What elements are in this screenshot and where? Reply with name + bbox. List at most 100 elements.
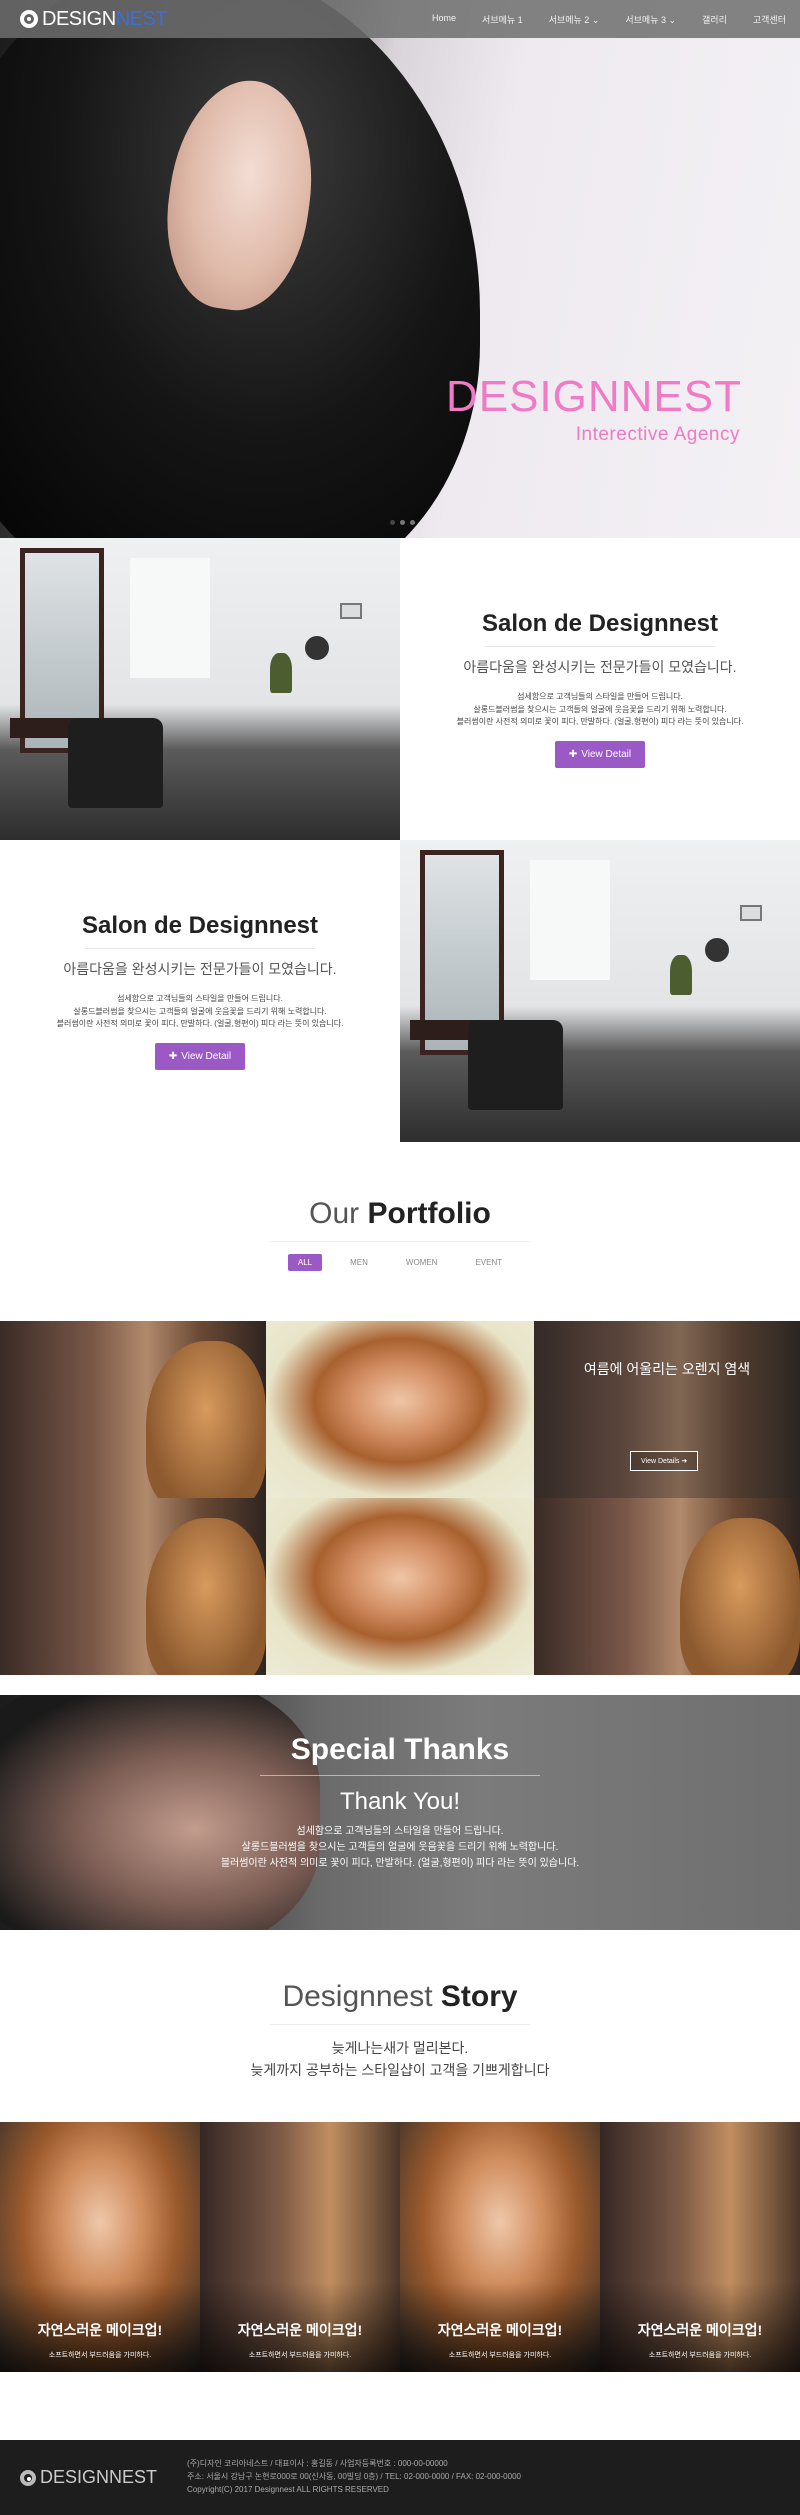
story-card[interactable]: 자연스러운 메이크업! 소프트하면서 부드러움을 가미하다. xyxy=(600,2122,800,2372)
divider xyxy=(85,947,315,949)
desc-line: 섬세함으로 고객님들의 스타일을 만들어 드립니다. xyxy=(117,993,283,1003)
salon-interior-photo xyxy=(0,538,400,840)
photo-dryer xyxy=(705,938,729,962)
footer-info: (주)디자인 코리아네스트 / 대표이사 : 홍길동 / 사업자등록번호 : 0… xyxy=(187,2458,521,2496)
card-text: 소프트하면서 부드러움을 가미하다. xyxy=(648,2352,752,2359)
story-card-caption: 자연스러운 메이크업! 소프트하면서 부드러움을 가미하다. xyxy=(200,2282,400,2372)
photo-chair xyxy=(68,718,163,808)
photo-plant xyxy=(270,653,292,693)
footer-logo[interactable]: DESIGNNEST xyxy=(20,2467,157,2488)
photo-frame xyxy=(340,603,362,619)
desc-line: 블러썸이란 사전적 의미로 꽃이 피다, 만발하다. (얼굴,형편이) 피다 라… xyxy=(456,717,744,727)
portfolio-item[interactable] xyxy=(0,1498,266,1675)
hover-overlay xyxy=(534,1321,800,1498)
menu-item-sub3[interactable]: 서브메뉴 3 ⌄ xyxy=(625,13,676,26)
hero-title: DESIGNNEST xyxy=(445,372,742,421)
hero-subtitle: Interective Agency xyxy=(575,424,740,445)
hero-slider-dots xyxy=(390,520,415,525)
card-title: 자연스러운 메이크업! xyxy=(37,2322,163,2338)
desc-line: 살롱드블러썸을 찾으시는 고객들의 얼굴에 웃음꽃을 드리기 위해 노력합니다. xyxy=(473,704,727,714)
slider-dot[interactable] xyxy=(390,520,395,525)
button-label: View Detail xyxy=(181,1051,232,1063)
salon-title: Salon de Designnest xyxy=(481,609,719,637)
arrow-right-icon: ➔ xyxy=(681,1458,688,1465)
salon-lead: 아름다움을 완성시키는 전문가들이 모였습니다. xyxy=(63,960,337,977)
portfolio-filters: ALL MEN WOMEN EVENT xyxy=(0,1254,800,1271)
site-footer: DESIGNNEST (주)디자인 코리아네스트 / 대표이사 : 홍길동 / … xyxy=(0,2440,800,2515)
portfolio-item-hover[interactable]: 여름에 어울리는 오렌지 염색 View Details ➔ xyxy=(534,1321,800,1498)
story-card-caption: 자연스러운 메이크업! 소프트하면서 부드러움을 가미하다. xyxy=(600,2282,800,2372)
view-details-button[interactable]: View Details ➔ xyxy=(630,1451,699,1471)
filter-event[interactable]: EVENT xyxy=(465,1254,512,1271)
story-card-caption: 자연스러운 메이크업! 소프트하면서 부드러움을 가미하다. xyxy=(400,2282,600,2372)
logo-text: DESIGNNEST xyxy=(42,7,168,30)
footer-line: 주소: 서울시 강남구 논현로000로 00(신사동, 00빌딩 0층) / T… xyxy=(187,2472,521,2482)
logo-icon xyxy=(20,10,38,28)
thanks-line: 블러썸이란 사전적 의미로 꽃이 피다, 만발하다. (얼굴,형편이) 피다 라… xyxy=(220,1858,580,1869)
footer-line: (주)디자인 코리아네스트 / 대표이사 : 홍길동 / 사업자등록번호 : 0… xyxy=(187,2459,448,2469)
portfolio-item[interactable] xyxy=(0,1321,266,1498)
footer-logo-text: DESIGNNEST xyxy=(40,2467,158,2487)
hero-banner: DESIGNNEST Interective Agency xyxy=(0,0,800,538)
portfolio-grid: 여름에 어울리는 오렌지 염색 View Details ➔ xyxy=(0,1321,800,1675)
slider-dot[interactable] xyxy=(410,520,415,525)
logo-icon xyxy=(20,2469,36,2486)
salon-description: 섬세함으로 고객님들의 스타일을 만들어 드립니다. 살롱드블러썸을 찾으시는 … xyxy=(457,691,744,729)
story-line: 늦게까지 공부하는 스타일샵이 고객을 기쁘게합니다 xyxy=(250,2062,550,2079)
menu-item-home[interactable]: Home xyxy=(432,13,456,26)
divider xyxy=(270,2024,530,2025)
main-menu: Home 서브메뉴 1 서브메뉴 2 ⌄ 서브메뉴 3 ⌄ 갤러리 고객센터 xyxy=(432,13,786,26)
portfolio-section: Our Portfolio ALL MEN WOMEN EVENT xyxy=(0,1142,800,1322)
filter-women[interactable]: WOMEN xyxy=(396,1254,448,1271)
view-detail-button[interactable]: ✚ View Detail xyxy=(154,1043,246,1071)
story-card[interactable]: 자연스러운 메이크업! 소프트하면서 부드러움을 가미하다. xyxy=(0,2122,200,2372)
portfolio-item[interactable] xyxy=(266,1498,534,1675)
menu-item-support[interactable]: 고객센터 xyxy=(753,13,786,26)
desc-line: 블러썸이란 사전적 의미로 꽃이 피다, 만발하다. (얼굴,형편이) 피다 라… xyxy=(56,1019,344,1029)
portfolio-title: Our Portfolio xyxy=(309,1197,491,1230)
thanks-line: 섬세함으로 고객님들의 스타일을 만들어 드립니다. xyxy=(296,1826,504,1837)
portfolio-caption: 여름에 어울리는 오렌지 염색 xyxy=(583,1361,751,1377)
view-detail-button[interactable]: ✚ View Detail xyxy=(554,741,646,769)
thanks-title: Special Thanks xyxy=(290,1733,510,1766)
story-title: Designnest Story xyxy=(282,1980,518,2013)
card-title: 자연스러운 메이크업! xyxy=(437,2322,563,2338)
button-label: View Details xyxy=(641,1458,680,1465)
slider-dot[interactable] xyxy=(400,520,405,525)
menu-item-sub2[interactable]: 서브메뉴 2 ⌄ xyxy=(549,13,600,26)
desc-line: 섬세함으로 고객님들의 스타일을 만들어 드립니다. xyxy=(517,691,683,701)
salon-description: 섬세함으로 고객님들의 스타일을 만들어 드립니다. 살롱드블러썸을 찾으시는 … xyxy=(57,993,344,1031)
salon-section-2: Salon de Designnest 아름다움을 완성시키는 전문가들이 모였… xyxy=(0,840,800,1142)
filter-men[interactable]: MEN xyxy=(340,1254,378,1271)
salon-title: Salon de Designnest xyxy=(81,911,319,939)
salon-info: Salon de Designnest 아름다움을 완성시키는 전문가들이 모였… xyxy=(0,840,400,1142)
photo-frame xyxy=(740,905,762,921)
story-section: Designnest Story 늦게나는새가 멀리본다. 늦게까지 공부하는 … xyxy=(0,1960,800,2120)
card-title: 자연스러운 메이크업! xyxy=(237,2322,363,2338)
site-logo[interactable]: DESIGNNEST xyxy=(20,7,168,31)
card-text: 소프트하면서 부드러움을 가미하다. xyxy=(448,2352,552,2359)
plus-icon: ✚ xyxy=(568,749,578,761)
filter-all[interactable]: ALL xyxy=(287,1254,323,1271)
portfolio-item[interactable] xyxy=(534,1498,800,1675)
footer-copyright: Copyright(C) 2017 Designnest ALL RIGHTS … xyxy=(187,2484,389,2494)
divider xyxy=(260,1775,540,1776)
photo-window xyxy=(530,860,610,980)
card-title: 자연스러운 메이크업! xyxy=(637,2322,763,2338)
card-text: 소프트하면서 부드러움을 가미하다. xyxy=(248,2352,352,2359)
button-label: View Detail xyxy=(581,749,632,761)
salon-section-1: Salon de Designnest 아름다움을 완성시키는 전문가들이 모였… xyxy=(0,538,800,840)
card-text: 소프트하면서 부드러움을 가미하다. xyxy=(48,2352,152,2359)
salon-interior-photo xyxy=(400,840,800,1142)
story-card[interactable]: 자연스러운 메이크업! 소프트하면서 부드러움을 가미하다. xyxy=(200,2122,400,2372)
thanks-subtitle: Thank You! xyxy=(339,1788,461,1815)
photo-plant xyxy=(670,955,692,995)
portfolio-item[interactable] xyxy=(266,1321,534,1498)
photo-window xyxy=(130,558,210,678)
menu-item-gallery[interactable]: 갤러리 xyxy=(702,13,727,26)
story-cards: 자연스러운 메이크업! 소프트하면서 부드러움을 가미하다. 자연스러운 메이크… xyxy=(0,2122,800,2372)
menu-item-sub1[interactable]: 서브메뉴 1 xyxy=(482,13,523,26)
story-card-caption: 자연스러운 메이크업! 소프트하면서 부드러움을 가미하다. xyxy=(0,2282,200,2372)
story-card[interactable]: 자연스러운 메이크업! 소프트하면서 부드러움을 가미하다. xyxy=(400,2122,600,2372)
divider xyxy=(270,1241,530,1242)
